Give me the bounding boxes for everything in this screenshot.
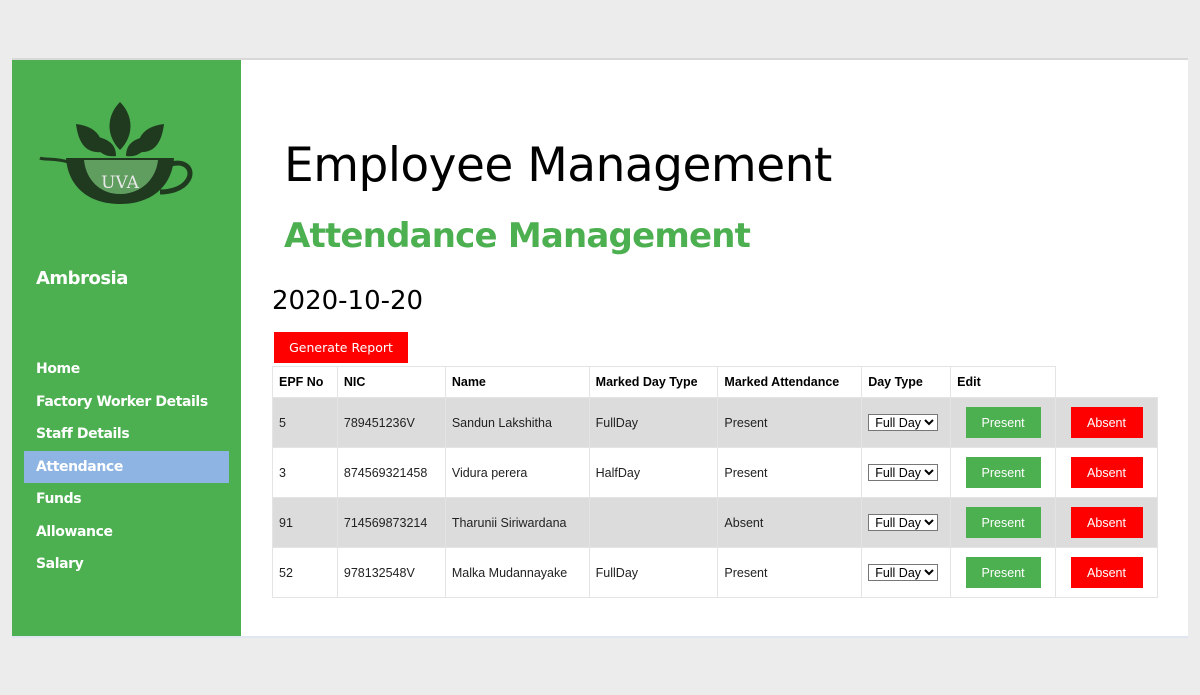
cell-nic: 714569873214 bbox=[336, 497, 446, 548]
cell-nic: 978132548V bbox=[336, 547, 446, 598]
cell-present-action: Present bbox=[950, 547, 1057, 598]
header-epf-no: EPF No bbox=[272, 366, 338, 398]
day-type-select[interactable]: Full Day bbox=[868, 414, 939, 431]
header-spacer bbox=[1055, 366, 1158, 398]
cell-name: Tharunii Siriwardana bbox=[444, 497, 590, 548]
cell-marked-day-type: HalfDay bbox=[588, 447, 719, 498]
day-type-select[interactable]: Full Day bbox=[868, 464, 939, 481]
cell-absent-action: Absent bbox=[1055, 497, 1158, 548]
cell-absent-action: Absent bbox=[1055, 397, 1158, 448]
sidebar-item-allowance[interactable]: Allowance bbox=[24, 516, 229, 549]
cell-absent-action: Absent bbox=[1055, 547, 1158, 598]
present-button[interactable]: Present bbox=[965, 457, 1041, 488]
absent-button[interactable]: Absent bbox=[1070, 407, 1143, 438]
table-header-row: EPF No NIC Name Marked Day Type Marked A… bbox=[272, 366, 1158, 398]
cell-marked-day-type: FullDay bbox=[588, 397, 719, 448]
absent-button[interactable]: Absent bbox=[1070, 557, 1143, 588]
absent-button[interactable]: Absent bbox=[1070, 507, 1143, 538]
sidebar-item-staff-details[interactable]: Staff Details bbox=[24, 418, 229, 451]
cell-present-action: Present bbox=[950, 497, 1057, 548]
cell-name: Vidura perera bbox=[444, 447, 590, 498]
table-row: 5 789451236V Sandun Lakshitha FullDay Pr… bbox=[272, 397, 1158, 448]
cell-marked-attendance: Present bbox=[717, 547, 863, 598]
cell-present-action: Present bbox=[950, 397, 1057, 448]
sidebar-item-factory-worker-details[interactable]: Factory Worker Details bbox=[24, 386, 229, 419]
header-edit: Edit bbox=[950, 366, 1057, 398]
cell-epf-no: 91 bbox=[272, 497, 338, 548]
app-window: UVA Ambrosia Home Factory Worker Details… bbox=[12, 58, 1188, 636]
table-row: 52 978132548V Malka Mudannayake FullDay … bbox=[272, 547, 1158, 598]
header-day-type: Day Type bbox=[861, 366, 952, 398]
window-bottom-edge bbox=[12, 636, 1188, 638]
sidebar-item-funds[interactable]: Funds bbox=[24, 483, 229, 516]
cell-present-action: Present bbox=[950, 447, 1057, 498]
present-button[interactable]: Present bbox=[965, 407, 1041, 438]
header-marked-day-type: Marked Day Type bbox=[588, 366, 719, 398]
attendance-table: EPF No NIC Name Marked Day Type Marked A… bbox=[272, 366, 1158, 598]
sidebar-nav: Home Factory Worker Details Staff Detail… bbox=[24, 353, 229, 581]
table-row: 3 874569321458 Vidura perera HalfDay Pre… bbox=[272, 447, 1158, 498]
svg-text:UVA: UVA bbox=[101, 173, 139, 193]
cell-epf-no: 52 bbox=[272, 547, 338, 598]
attendance-date: 2020-10-20 bbox=[272, 286, 424, 316]
cell-epf-no: 3 bbox=[272, 447, 338, 498]
header-nic: NIC bbox=[336, 366, 446, 398]
brand-name: Ambrosia bbox=[36, 268, 128, 289]
generate-report-button[interactable]: Generate Report bbox=[274, 332, 408, 363]
section-title: Attendance Management bbox=[284, 216, 751, 256]
present-button[interactable]: Present bbox=[965, 557, 1041, 588]
header-marked-attendance: Marked Attendance bbox=[717, 366, 863, 398]
cell-name: Sandun Lakshitha bbox=[444, 397, 590, 448]
cell-nic: 789451236V bbox=[336, 397, 446, 448]
sidebar: UVA Ambrosia Home Factory Worker Details… bbox=[12, 60, 241, 636]
day-type-select[interactable]: Full Day bbox=[868, 564, 939, 581]
cell-day-type: Full Day bbox=[861, 547, 952, 598]
sidebar-item-home[interactable]: Home bbox=[24, 353, 229, 386]
tea-cup-logo: UVA bbox=[39, 102, 193, 204]
main-content: Employee Management Attendance Managemen… bbox=[241, 60, 1188, 636]
cell-marked-attendance: Absent bbox=[717, 497, 863, 548]
cell-epf-no: 5 bbox=[272, 397, 338, 448]
day-type-select[interactable]: Full Day bbox=[868, 514, 939, 531]
cell-day-type: Full Day bbox=[861, 497, 952, 548]
header-name: Name bbox=[444, 366, 590, 398]
present-button[interactable]: Present bbox=[965, 507, 1041, 538]
absent-button[interactable]: Absent bbox=[1070, 457, 1143, 488]
cell-absent-action: Absent bbox=[1055, 447, 1158, 498]
table-row: 91 714569873214 Tharunii Siriwardana Abs… bbox=[272, 497, 1158, 548]
page-title: Employee Management bbox=[284, 138, 832, 193]
cell-marked-day-type bbox=[588, 497, 719, 548]
cell-day-type: Full Day bbox=[861, 447, 952, 498]
cell-marked-attendance: Present bbox=[717, 397, 863, 448]
cell-name: Malka Mudannayake bbox=[444, 547, 590, 598]
sidebar-item-salary[interactable]: Salary bbox=[24, 548, 229, 581]
cell-marked-day-type: FullDay bbox=[588, 547, 719, 598]
cell-marked-attendance: Present bbox=[717, 447, 863, 498]
cell-nic: 874569321458 bbox=[336, 447, 446, 498]
cell-day-type: Full Day bbox=[861, 397, 952, 448]
sidebar-item-attendance[interactable]: Attendance bbox=[24, 450, 229, 483]
